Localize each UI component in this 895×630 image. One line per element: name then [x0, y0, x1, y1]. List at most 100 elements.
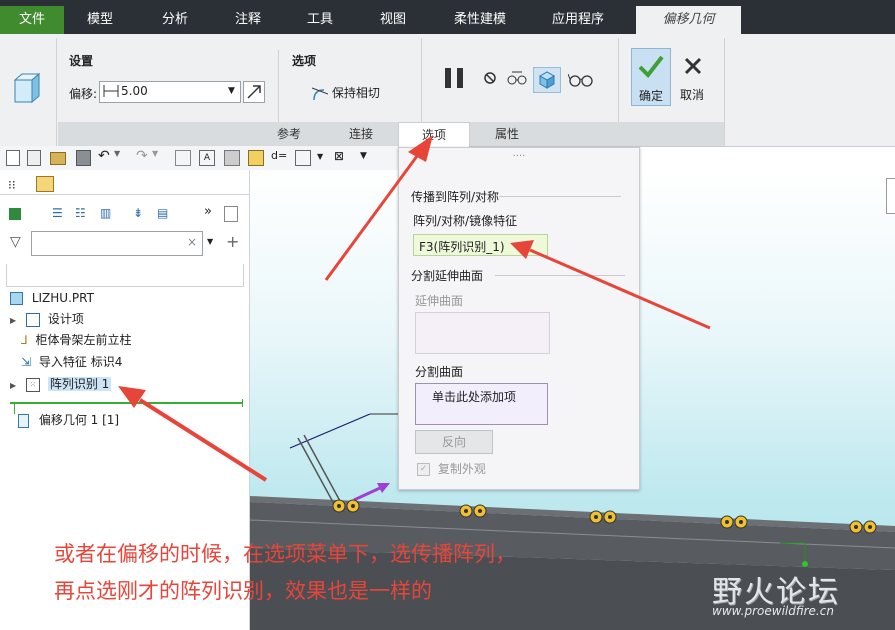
tree-search-input[interactable]: ×	[31, 231, 203, 256]
window-icon[interactable]	[248, 150, 264, 166]
tab-annotate[interactable]: 注释	[218, 6, 278, 34]
cancel-button[interactable]: 取消	[673, 48, 711, 104]
new-file-icon[interactable]	[6, 150, 20, 166]
pattern-feature-collector[interactable]: F3(阵列识别_1)	[413, 234, 548, 256]
expand-arrow-icon[interactable]: ▶	[10, 316, 16, 325]
import-feature-icon: ⇲	[21, 355, 32, 369]
tree-item-pattern-recognition[interactable]: ▶ ⁙ 阵列识别 1	[10, 374, 112, 394]
annotation-line-2: 再点选刚才的阵列识别，效果也是一样的	[54, 579, 432, 603]
tree-item-label: 导入特征 标识4	[38, 355, 123, 369]
offset-value-field[interactable]: 5.00 ▼	[99, 81, 241, 103]
close-window-icon[interactable]: ⊠	[334, 149, 344, 163]
filter-funnel-icon[interactable]: ▽	[10, 234, 21, 250]
notes-icon[interactable]	[224, 206, 238, 222]
pattern-feature-item[interactable]: F3(阵列识别_1)	[419, 238, 505, 255]
switch-window-icon[interactable]	[295, 150, 311, 166]
settings-title: 设置	[69, 54, 94, 68]
tree-item-offset[interactable]: 偏移几何 1 [1]	[18, 410, 119, 430]
tree-root[interactable]: LIZHU.PRT	[10, 288, 94, 308]
flip-direction-button[interactable]	[243, 81, 265, 103]
tab-file[interactable]: 文件	[0, 6, 64, 34]
extend-surface-label: 延伸曲面	[415, 294, 464, 308]
verify-button[interactable]	[506, 68, 528, 88]
pause-icon	[445, 68, 463, 88]
split-surface-label: 分割曲面	[415, 365, 464, 379]
tree-settings-icon[interactable]: ▥	[100, 206, 111, 220]
keep-tangent-label: 保持相切	[331, 86, 380, 100]
feature-preview-button[interactable]	[533, 67, 561, 93]
more-icon[interactable]: »	[204, 204, 212, 219]
open-file-icon[interactable]	[27, 150, 41, 166]
cube-preview-icon	[538, 71, 556, 89]
tree-filter-icon[interactable]: ☷	[75, 206, 86, 220]
annotation-line-1: 或者在偏移的时候，在选项菜单下，选传播阵列，	[54, 542, 516, 566]
expand-arrow-icon[interactable]: ▶	[10, 381, 16, 390]
undo-icon[interactable]: ↶	[98, 148, 110, 164]
appearance-icon[interactable]	[224, 150, 240, 166]
redo-icon[interactable]: ↷	[136, 148, 148, 164]
chevron-down-icon[interactable]: ▼	[228, 82, 235, 100]
hole-pair	[589, 510, 619, 527]
tab-model[interactable]: 模型	[70, 6, 130, 34]
keep-tangent-option[interactable]: 保持相切	[311, 84, 380, 102]
hole-pair	[332, 499, 362, 516]
ok-button[interactable]: 确定	[631, 48, 671, 106]
tree-item-import[interactable]: ⇲ 导入特征 标识4	[21, 352, 122, 372]
tab-properties[interactable]: 属性	[474, 122, 540, 146]
copy-appearance-label: 复制外观	[437, 462, 486, 476]
panel-handle[interactable]: ....	[399, 149, 639, 159]
tab-attachment[interactable]: 连接	[330, 122, 392, 146]
split-surface-placeholder: 单击此处添加项	[432, 390, 517, 404]
pattern-icon: ⁙	[25, 377, 40, 392]
cancel-label: 取消	[679, 88, 704, 102]
folder-icon[interactable]	[50, 152, 66, 165]
glasses-icon	[507, 71, 527, 85]
layer-tree-tab-icon[interactable]	[36, 176, 54, 192]
undo-dropdown-icon[interactable]: ▼	[114, 149, 120, 158]
flip-arrow-icon	[247, 85, 261, 99]
tree-item-label: 柜体骨架左前立柱	[35, 333, 132, 347]
propagate-section-title: 传播到阵列/对称	[411, 190, 500, 204]
view-toolbar-handle[interactable]	[886, 178, 895, 214]
tree-columns-icon[interactable]: ☰	[52, 206, 63, 220]
tab-options[interactable]: 选项	[398, 122, 470, 147]
pause-button[interactable]	[443, 66, 467, 90]
tree-item-skeleton[interactable]: ⅃ 柜体骨架左前立柱	[21, 330, 132, 350]
save-icon[interactable]	[76, 150, 91, 166]
hole-pair	[720, 515, 750, 532]
dimension-equals-icon[interactable]: d=	[271, 149, 287, 162]
window-dropdown-icon[interactable]: ▼	[317, 152, 323, 161]
tree-sort-icon[interactable]: ⇟	[133, 206, 143, 220]
show-tree-icon[interactable]	[9, 208, 21, 220]
tree-item-design-items[interactable]: ▶ 设计项	[10, 309, 84, 329]
search-dropdown-icon[interactable]: ▼	[207, 237, 213, 246]
model-tree-tab-icon[interactable]: ⁝⁝	[8, 178, 16, 192]
tab-references[interactable]: 参考	[258, 122, 320, 146]
no-preview-button[interactable]	[482, 70, 498, 86]
part-icon	[10, 292, 23, 305]
tab-applications[interactable]: 应用程序	[540, 6, 616, 34]
spectacles-icon	[567, 73, 593, 87]
tab-analysis[interactable]: 分析	[145, 6, 205, 34]
split-surface-collector[interactable]: 单击此处添加项	[415, 383, 548, 425]
annotation-text-icon[interactable]: A	[199, 150, 215, 166]
tree-item-label: 偏移几何 1 [1]	[38, 413, 120, 427]
menu-bar: 文件 模型 分析 注释 工具 视图 柔性建模 应用程序 偏移几何	[0, 0, 895, 34]
clear-search-icon[interactable]: ×	[187, 235, 197, 249]
tab-view[interactable]: 视图	[363, 6, 423, 34]
tree-item-label: 设计项	[47, 312, 84, 326]
glasses-preview-button[interactable]	[567, 70, 594, 88]
quick-access-toolbar: ↶ ▼ ↷ ▼ A d= ▼ ⊠ ▼	[0, 146, 398, 171]
regenerate-icon[interactable]	[175, 150, 191, 166]
close-icon	[684, 57, 702, 75]
redo-dropdown-icon[interactable]: ▼	[152, 149, 158, 158]
tab-tools[interactable]: 工具	[290, 6, 350, 34]
tree-display-icon[interactable]: ▤	[157, 206, 168, 220]
tab-offset-geometry[interactable]: 偏移几何	[636, 6, 741, 34]
tab-flexible-modeling[interactable]: 柔性建模	[440, 6, 520, 34]
flip-button: 反向	[415, 430, 493, 454]
options-title: 选项	[292, 54, 317, 68]
insert-indicator	[10, 402, 243, 404]
add-filter-icon[interactable]: +	[226, 232, 239, 251]
customize-qat-icon[interactable]: ▼	[360, 151, 367, 161]
